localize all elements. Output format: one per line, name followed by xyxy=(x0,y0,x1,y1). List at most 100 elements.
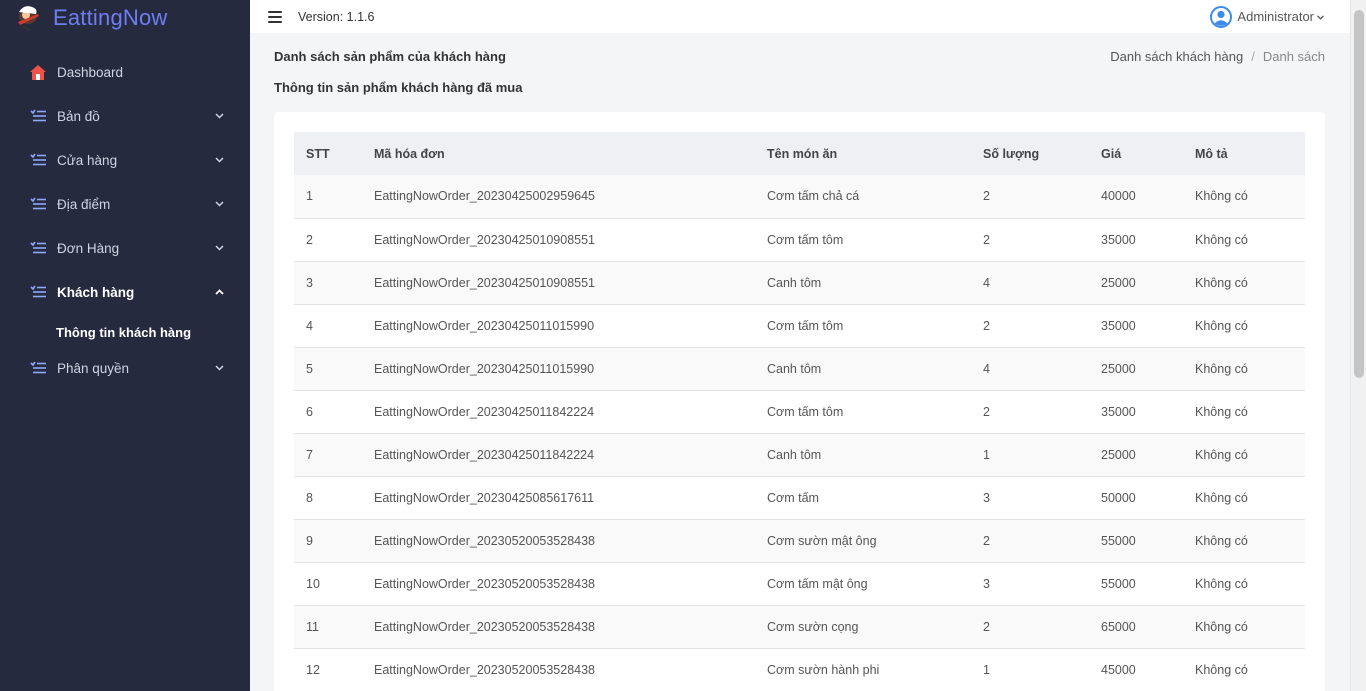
chevron-down-icon xyxy=(214,199,224,209)
table-cell: Canh tôm xyxy=(767,275,822,290)
breadcrumb-current: Danh sách xyxy=(1262,48,1325,64)
table-cell: EattingNowOrder_20230520053528438 xyxy=(374,619,596,634)
table-cell: Cơm tấm xyxy=(767,490,819,505)
table-row: 1 EattingNowOrder_20230425002959645 Cơm tấ… xyxy=(294,175,1305,218)
scrollbar-thumb[interactable] xyxy=(1354,10,1364,378)
table-cell: 35000 xyxy=(1101,232,1136,247)
table-cell: 2 xyxy=(983,404,990,419)
sidebar-item-stores[interactable]: Cửa hàng xyxy=(0,138,250,182)
table-cell: EattingNowOrder_20230520053528438 xyxy=(374,533,596,548)
table-cell: 45000 xyxy=(1101,662,1136,677)
table-cell: 2 xyxy=(983,533,990,548)
table-cell: 2 xyxy=(983,318,990,333)
user-avatar-icon xyxy=(1210,5,1233,28)
table-cell: 2 xyxy=(983,189,990,204)
sidebar-item-label: Khách hàng xyxy=(57,284,135,300)
table-cell: 25000 xyxy=(1101,275,1136,290)
table-cell: 35000 xyxy=(1101,318,1136,333)
table-cell: 50000 xyxy=(1101,490,1136,505)
home-icon xyxy=(30,64,46,80)
sidebar-item-permissions[interactable]: Phân quyền xyxy=(0,350,250,386)
table-cell: EattingNowOrder_20230520053528438 xyxy=(374,662,596,677)
table-cell: Cơm tấm tôm xyxy=(767,404,844,419)
table-cell: 2 xyxy=(983,619,990,634)
table-cell: 4 xyxy=(983,361,990,376)
table-cell: 6 xyxy=(306,404,313,419)
sidebar-item-map[interactable]: Bản đồ xyxy=(0,94,250,138)
table-cell: Không có xyxy=(1195,533,1248,548)
table-cell: Không có xyxy=(1195,619,1248,634)
table-cell: 10 xyxy=(306,576,320,591)
list-icon xyxy=(30,196,46,212)
table-cell: EattingNowOrder_20230425011015990 xyxy=(374,318,595,333)
products-card: STT Mã hóa đơn Tên món ăn Số lượng Giá M… xyxy=(274,112,1325,691)
table-cell: 4 xyxy=(306,318,313,333)
table-cell: Không có xyxy=(1195,662,1248,677)
table-cell: Canh tôm xyxy=(767,447,822,462)
table-cell: Không có xyxy=(1195,318,1248,333)
sidebar-item-customers[interactable]: Khách hàng xyxy=(0,270,250,314)
table-cell: 11 xyxy=(306,619,319,634)
column-header: Mô tả xyxy=(1195,146,1228,161)
table-cell: 1 xyxy=(983,662,990,677)
table-cell: 7 xyxy=(306,447,313,462)
table-cell: Cơm tấm mật ông xyxy=(767,576,868,591)
sidebar-item-label: Bản đồ xyxy=(57,108,100,124)
table-cell: 2 xyxy=(983,232,990,247)
table-cell: Cơm sườn cọng xyxy=(767,619,859,634)
sidebar-item-orders[interactable]: Đơn Hàng xyxy=(0,226,250,270)
sidebar-item-label: Phân quyền xyxy=(57,360,130,376)
submenu-item-customer-info[interactable]: Thông tin khách hàng xyxy=(0,314,250,350)
brand[interactable]: EattingNow xyxy=(0,0,250,36)
table-cell: 3 xyxy=(983,576,990,591)
sidebar-item-label: Đơn Hàng xyxy=(57,240,120,256)
purchased-products-table: STT Mã hóa đơn Tên món ăn Số lượng Giá M… xyxy=(294,132,1305,691)
table-row: 9 EattingNowOrder_20230520053528438 Cơm sư… xyxy=(294,519,1305,562)
breadcrumb: Danh sách khách hàng / Danh sách xyxy=(1110,49,1325,64)
sidebar-item-dashboard[interactable]: Dashboard xyxy=(0,50,250,94)
user-menu[interactable]: Administrator xyxy=(1210,5,1324,28)
list-icon xyxy=(30,284,46,300)
table-cell: 1 xyxy=(306,189,313,204)
sidebar-menu: Dashboard Bản đồ Cửa hàng Địa điểm Đơn H… xyxy=(0,50,250,386)
table-cell: Không có xyxy=(1195,576,1248,591)
sidebar-item-label: Địa điểm xyxy=(57,196,111,212)
column-header: Giá xyxy=(1101,146,1122,161)
page-header: Danh sách sản phẩm của khách hàng Danh s… xyxy=(274,33,1325,79)
table-cell: EattingNowOrder_20230425011015990 xyxy=(374,361,595,376)
version-label: Version: 1.1.6 xyxy=(298,9,375,24)
sidebar-item-label: Cửa hàng xyxy=(57,152,118,168)
list-icon xyxy=(30,152,46,168)
section-title: Thông tin sản phẩm khách hàng đã mua xyxy=(274,80,523,95)
chef-logo-icon xyxy=(16,4,42,32)
table-cell: 5 xyxy=(306,361,313,376)
table-cell: EattingNowOrder_20230425011842224 xyxy=(374,447,595,462)
chevron-up-icon xyxy=(214,287,224,297)
table-cell: 1 xyxy=(983,447,990,462)
table-cell: 35000 xyxy=(1101,404,1136,419)
table-cell: 65000 xyxy=(1101,619,1136,634)
table-row: 2 EattingNowOrder_20230425010908551 Cơm tấ… xyxy=(294,218,1305,261)
hamburger-menu-icon[interactable] xyxy=(268,10,282,23)
table-row: 4 EattingNowOrder_20230425011015990 Cơm tấ… xyxy=(294,304,1305,347)
top-bar: Version: 1.1.6 Administrator xyxy=(250,0,1350,33)
page-scrollbar[interactable] xyxy=(1350,0,1366,691)
table-cell: Không có xyxy=(1195,404,1248,419)
table-cell: 25000 xyxy=(1101,361,1136,376)
table-cell: Không có xyxy=(1195,447,1248,462)
table-cell: Cơm tấm tôm xyxy=(767,318,844,333)
breadcrumb-separator: / xyxy=(1251,48,1255,64)
page-title: Danh sách sản phẩm của khách hàng xyxy=(274,48,506,64)
column-header: Tên món ăn xyxy=(767,146,838,161)
sidebar-item-locations[interactable]: Địa điểm xyxy=(0,182,250,226)
breadcrumb-link[interactable]: Danh sách khách hàng xyxy=(1110,49,1243,64)
brand-name: EattingNow xyxy=(53,5,168,30)
table-cell: 3 xyxy=(983,490,990,505)
table-cell: 40000 xyxy=(1101,189,1136,204)
table-cell: EattingNowOrder_20230425010908551 xyxy=(374,232,596,247)
main-content: Danh sách sản phẩm của khách hàng Danh s… xyxy=(274,33,1325,691)
sidebar: EattingNow Dashboard Bản đồ Cửa hàng Địa… xyxy=(0,0,250,691)
table-cell: 55000 xyxy=(1101,533,1136,548)
table-cell: EattingNowOrder_20230520053528438 xyxy=(374,576,596,591)
table-cell: 12 xyxy=(306,662,320,677)
